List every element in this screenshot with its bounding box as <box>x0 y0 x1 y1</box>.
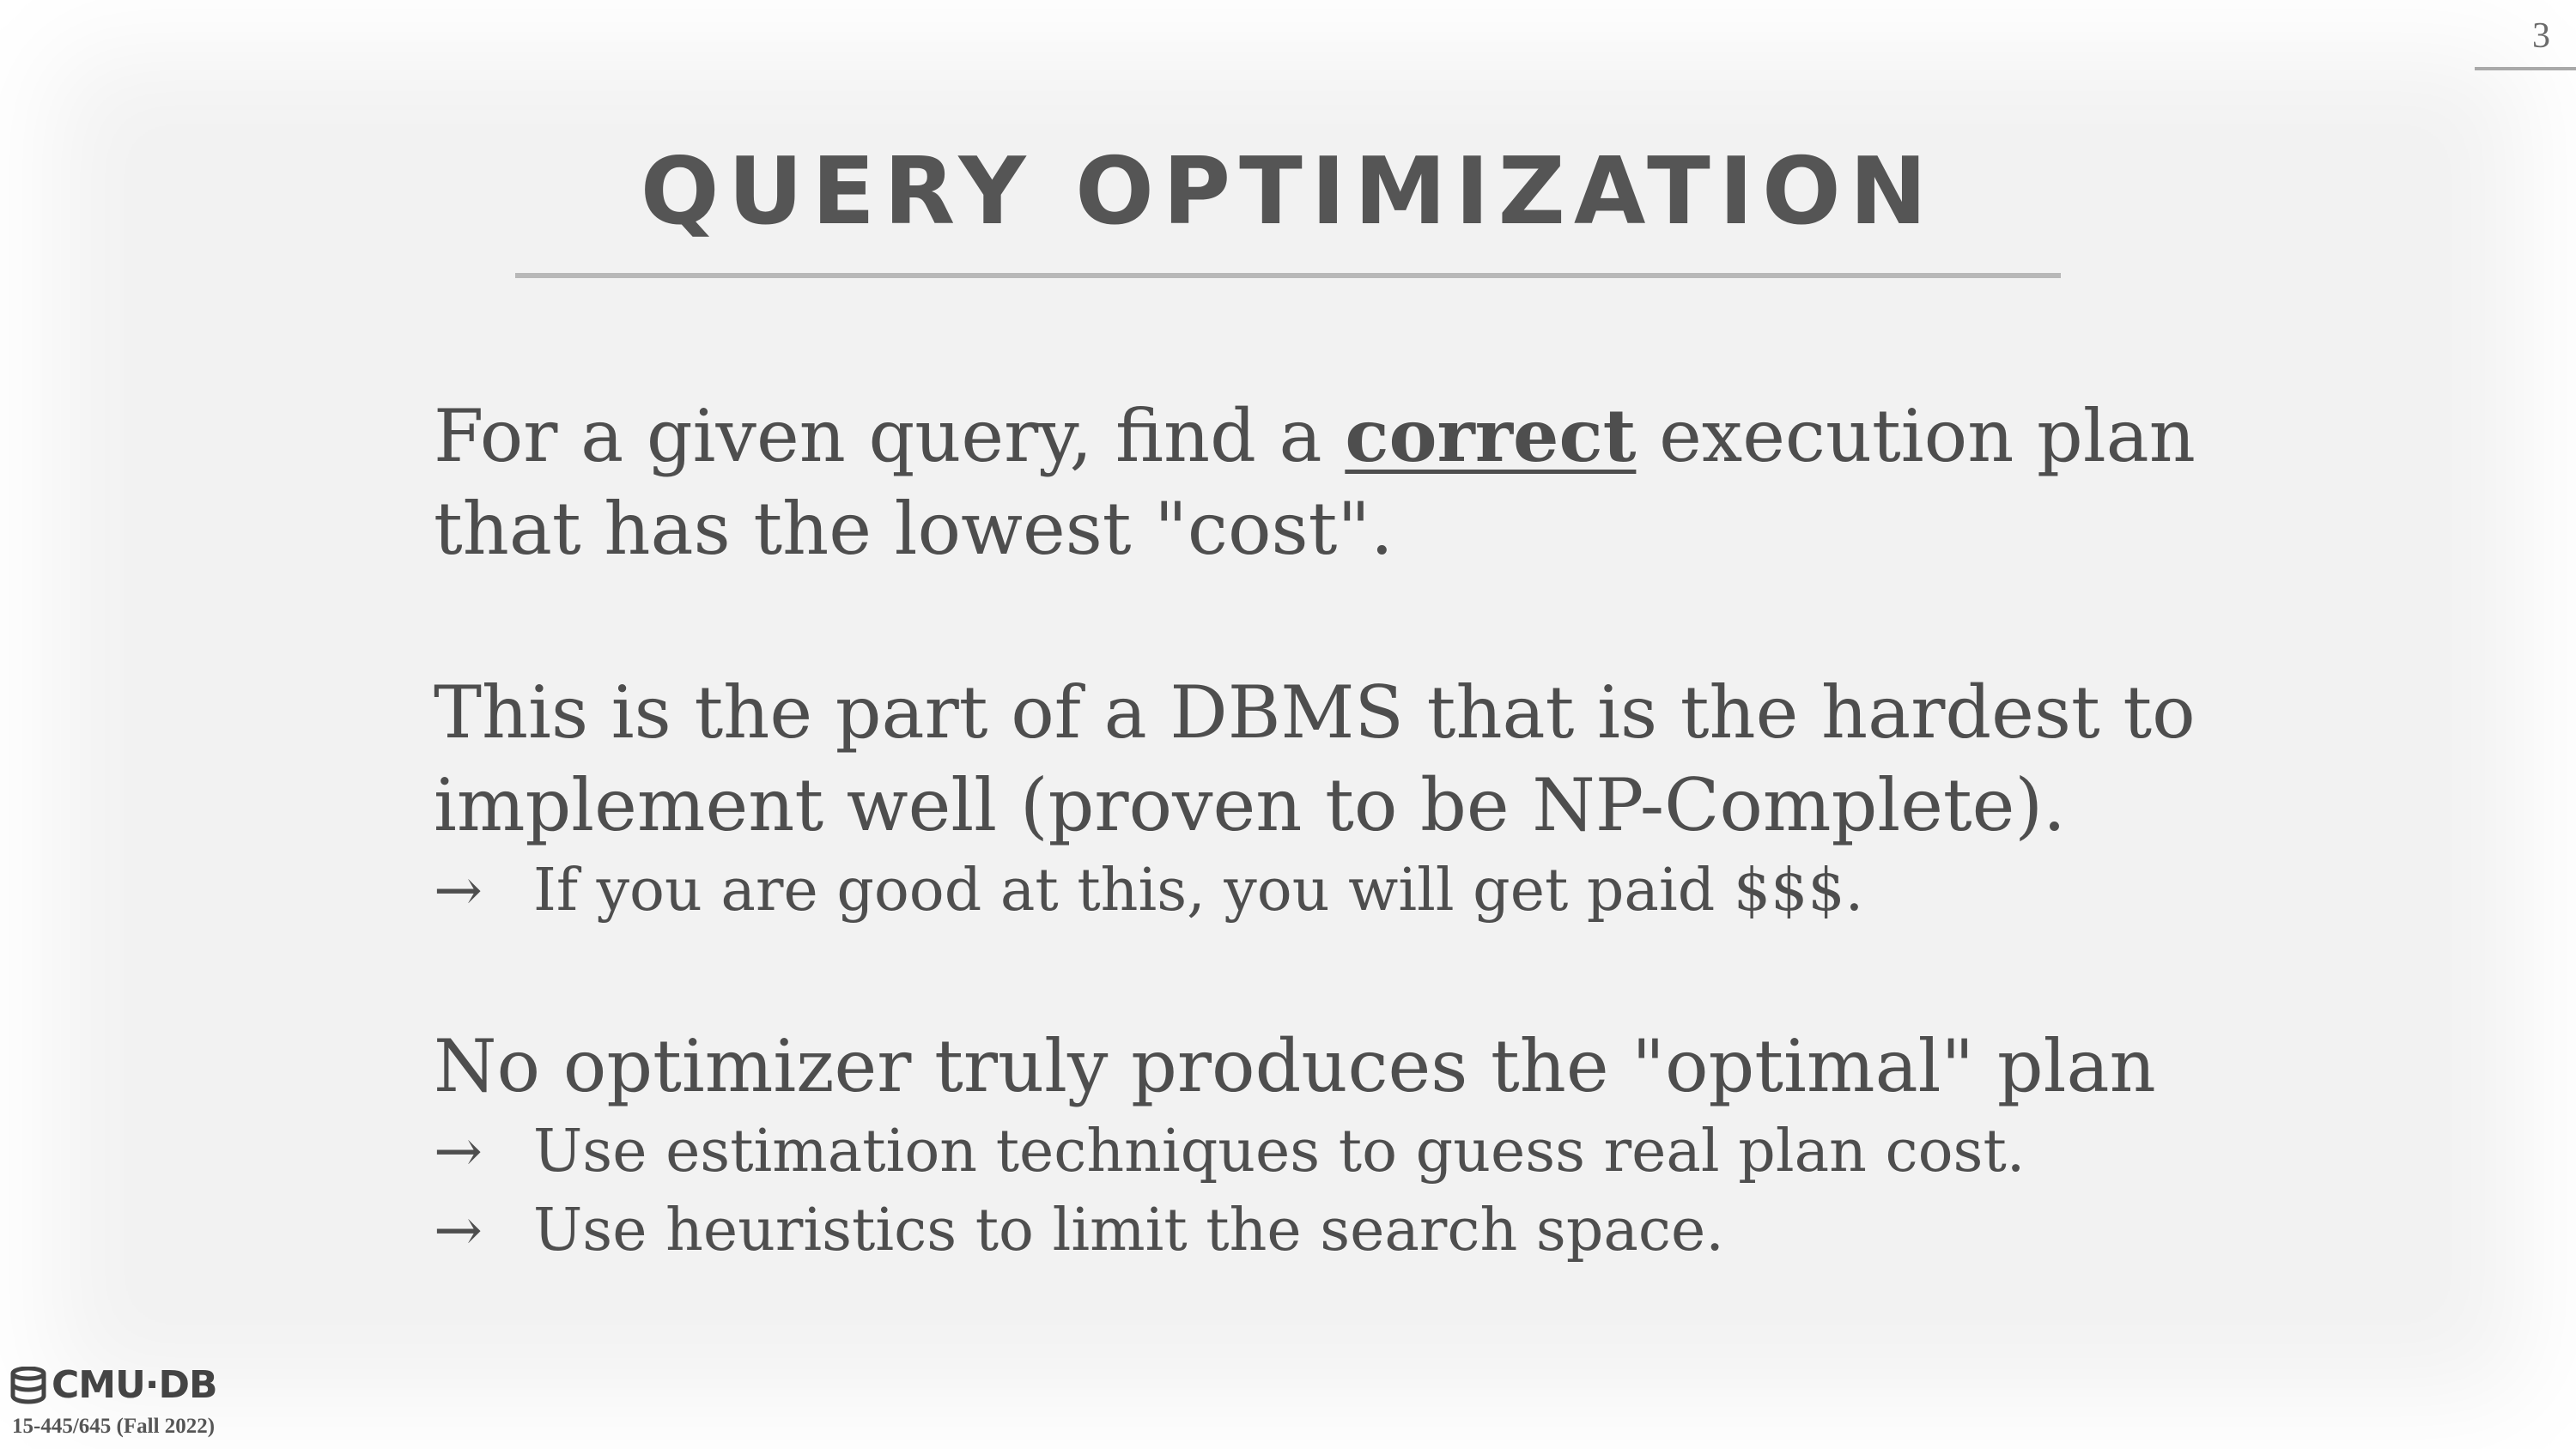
emphasis-correct: correct <box>1345 393 1637 478</box>
paragraph-goal-line-1: For a given query, find a correct execut… <box>434 390 2196 482</box>
bullet-text: Use estimation techniques to guess real … <box>533 1118 2026 1185</box>
page-number: 3 <box>2532 16 2550 56</box>
database-icon <box>10 1366 46 1404</box>
paragraph-difficulty-line-1: This is the part of a DBMS that is the h… <box>434 670 2196 755</box>
text-segment: execution plan <box>1636 394 2196 478</box>
slide-title: QUERY OPTIMIZATION <box>640 138 1936 246</box>
bullet-item: → Use estimation techniques to guess real… <box>434 1113 2151 1191</box>
course-label: 15-445/645 (Fall 2022) <box>12 1415 216 1438</box>
title-underline <box>515 273 2061 278</box>
logo-text: CMU·DB <box>52 1363 218 1407</box>
bullet-text: Use heuristics to limit the search space… <box>533 1197 1724 1264</box>
paragraph-goal-line-2: that has the lowest "cost". <box>434 487 1394 571</box>
bullet-text: If you are good at this, you will get pa… <box>533 857 1864 925</box>
paragraph-optimal-line-1: No optimizer truly produces the "optimal… <box>434 1024 2156 1108</box>
text-segment: For a given query, find a <box>434 394 1346 478</box>
arrow-icon: → <box>434 857 483 925</box>
paragraph-goal: For a given query, find a correct execut… <box>434 390 2196 575</box>
paragraph-optimal: No optimizer truly produces the "optimal… <box>434 1020 2156 1270</box>
arrow-icon: → <box>434 1197 483 1264</box>
bullet-item: → If you are good at this, you will get p… <box>434 852 2151 931</box>
page-number-rule <box>2475 67 2576 70</box>
cmu-db-logo: CMU·DB <box>10 1363 218 1407</box>
paragraph-difficulty: This is the part of a DBMS that is the h… <box>434 666 2196 931</box>
slide: 3 QUERY OPTIMIZATION For a given query, … <box>0 0 2576 1449</box>
paragraph-difficulty-line-2: implement well (proven to be NP-Complete… <box>434 763 2066 847</box>
arrow-icon: → <box>434 1118 483 1185</box>
bullet-item: → Use heuristics to limit the search spac… <box>434 1191 2151 1270</box>
